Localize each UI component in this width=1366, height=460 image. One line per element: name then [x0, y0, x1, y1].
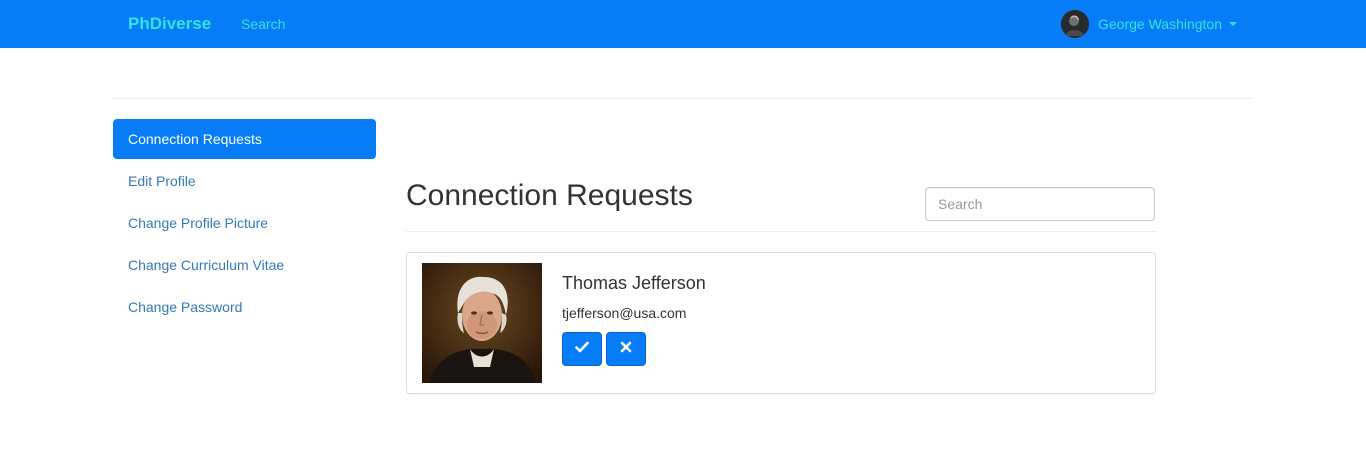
- divider: [406, 231, 1156, 232]
- sidebar-item-connection-requests[interactable]: Connection Requests: [113, 119, 376, 159]
- divider: [113, 98, 1253, 99]
- user-menu-dropdown[interactable]: George Washington: [1061, 10, 1237, 38]
- avatar: [1061, 10, 1089, 38]
- accept-button[interactable]: [562, 332, 602, 366]
- page-title: Connection Requests: [406, 179, 693, 212]
- profile-picture: [422, 263, 542, 383]
- request-email: tjefferson@usa.com: [562, 305, 687, 321]
- search-input[interactable]: [925, 187, 1155, 221]
- user-name: George Washington: [1098, 16, 1222, 32]
- check-icon: [575, 340, 589, 358]
- connection-request-card: Thomas Jefferson tjefferson@usa.com: [406, 252, 1156, 394]
- brand-link[interactable]: PhDiverse: [128, 13, 211, 35]
- times-icon: [620, 340, 632, 358]
- nav-search-link[interactable]: Search: [241, 15, 285, 33]
- request-name: Thomas Jefferson: [562, 273, 706, 293]
- sidebar-item-change-password[interactable]: Change Password: [113, 287, 376, 327]
- sidebar-item-edit-profile[interactable]: Edit Profile: [113, 161, 376, 201]
- reject-button[interactable]: [606, 332, 646, 366]
- sidebar-item-change-curriculum-vitae[interactable]: Change Curriculum Vitae: [113, 245, 376, 285]
- sidebar-item-change-profile-picture[interactable]: Change Profile Picture: [113, 203, 376, 243]
- sidebar: Connection Requests Edit Profile Change …: [113, 119, 376, 329]
- navbar: PhDiverse Search George Washington: [0, 0, 1366, 48]
- caret-down-icon: [1229, 22, 1237, 26]
